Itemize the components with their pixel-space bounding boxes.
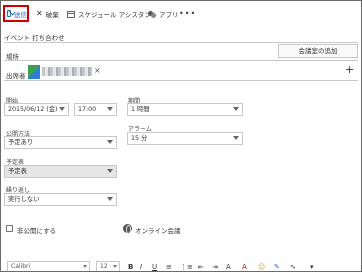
insert-picture-button[interactable]: ✎: [274, 263, 280, 271]
emoji-button[interactable]: ☺: [258, 263, 265, 271]
increase-indent-button[interactable]: ⇥: [212, 263, 218, 271]
online-meeting-button[interactable]: オンライン会議: [135, 225, 181, 235]
chevron-down-icon: [107, 107, 113, 111]
chevron-down-icon: [107, 169, 113, 173]
remove-attendee-button[interactable]: ×: [94, 66, 101, 75]
insert-link-button[interactable]: ∿: [290, 263, 296, 271]
send-icon: [7, 10, 11, 17]
subject-field[interactable]: イベント 打ち合わせ: [4, 31, 358, 43]
start-time-select[interactable]: 17:00: [74, 103, 117, 116]
attendees-divider: [4, 80, 358, 81]
italic-button[interactable]: I: [140, 263, 142, 271]
apps-icon: [148, 10, 156, 18]
chevron-down-icon: [113, 265, 117, 268]
calendar-icon: [67, 10, 75, 18]
skype-icon: [123, 224, 132, 234]
chevron-down-icon: [233, 136, 239, 140]
duration-value: 1 時間: [131, 106, 150, 113]
start-date-value: 2015/06/12 (金): [8, 106, 58, 113]
font-family-value: Calibri: [11, 263, 31, 270]
close-icon: ✕: [36, 9, 43, 18]
event-compose-window: 送信 ✕ 破棄 スケジュール アシスタント アプリ ••• イベント 打ち合わせ…: [0, 0, 362, 272]
bullets-button[interactable]: ≡: [166, 263, 172, 271]
add-attendee-button[interactable]: +: [345, 63, 354, 76]
apps-button[interactable]: アプリ: [148, 8, 179, 20]
alarm-select[interactable]: 15 分: [127, 132, 243, 145]
add-room-button[interactable]: 会議室の追加: [278, 44, 358, 58]
repeat-value: 実行しない: [8, 196, 40, 203]
discard-label: 破棄: [45, 11, 59, 19]
chevron-down-icon: [59, 107, 65, 111]
more-formatting-button[interactable]: ▾: [310, 263, 314, 271]
font-size-value: 12: [100, 263, 108, 270]
font-family-select[interactable]: Calibri: [7, 261, 90, 271]
show-as-select[interactable]: 予定あり: [4, 136, 117, 149]
start-date-select[interactable]: 2015/06/12 (金): [4, 103, 69, 116]
highlight-button[interactable]: A: [226, 263, 231, 271]
send-label: 送信: [14, 10, 27, 19]
toolbar: 送信 ✕ 破棄 スケジュール アシスタント アプリ •••: [1, 1, 361, 27]
show-as-value: 予定あり: [8, 139, 34, 146]
numbering-button[interactable]: ⋮≡: [180, 263, 193, 271]
apps-label: アプリ: [159, 11, 179, 19]
location-divider: [4, 60, 358, 61]
alarm-value: 15 分: [131, 135, 148, 142]
scheduling-assistant-button[interactable]: スケジュール アシスタント: [67, 8, 157, 20]
font-size-select[interactable]: 12: [96, 261, 120, 271]
decrease-indent-button[interactable]: ⇤: [198, 263, 204, 271]
private-label: 非公開にする: [17, 227, 57, 235]
start-time-value: 17:00: [78, 106, 97, 113]
repeat-select[interactable]: 実行しない: [4, 193, 117, 206]
chevron-down-icon: [107, 140, 113, 144]
attendee-name-redacted: [42, 67, 92, 76]
private-checkbox[interactable]: [6, 225, 13, 232]
chevron-down-icon: [233, 107, 239, 111]
underline-button[interactable]: U: [152, 263, 157, 271]
discard-button[interactable]: ✕ 破棄: [36, 8, 59, 20]
font-color-button[interactable]: A: [242, 263, 247, 271]
attendees-label: 出席者: [6, 72, 26, 80]
scheduling-assistant-label: スケジュール アシスタント: [78, 11, 158, 19]
attendee-avatar: [28, 65, 40, 79]
calendar-value: 予定表: [8, 168, 27, 175]
bold-button[interactable]: B: [128, 263, 133, 271]
calendar-select[interactable]: 予定表: [4, 165, 117, 178]
formatting-toolbar: Calibri 12 B I U ≡ ⋮≡ ⇤ ⇥ A A ☺ ✎ ∿ ▾: [4, 259, 358, 271]
more-options-button[interactable]: •••: [179, 7, 196, 19]
chevron-down-icon: [83, 265, 87, 268]
chevron-down-icon: [107, 197, 113, 201]
duration-select[interactable]: 1 時間: [127, 103, 243, 116]
send-button[interactable]: 送信: [3, 5, 29, 22]
